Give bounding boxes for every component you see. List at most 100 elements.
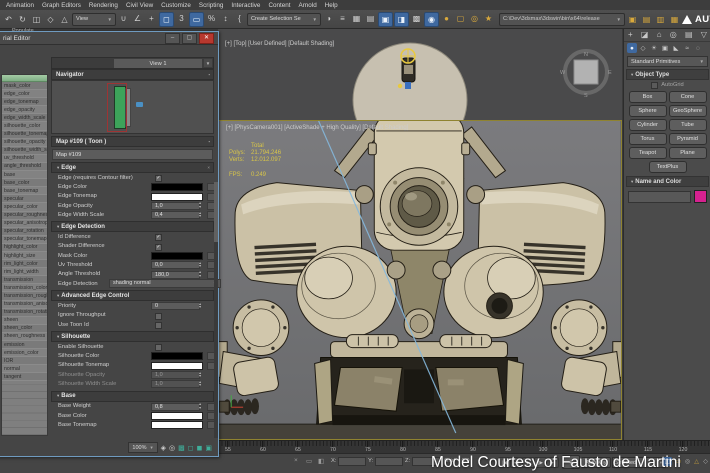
select-and-link-icon[interactable]: ◫ xyxy=(30,13,43,26)
edge-width-field[interactable]: 0,4 xyxy=(151,211,200,219)
render-last-icon[interactable]: ▦ xyxy=(668,13,681,26)
navigator-preview[interactable] xyxy=(51,80,214,134)
object-color-swatch[interactable] xyxy=(694,190,707,203)
parameter-list-item[interactable]: base xyxy=(2,171,47,179)
activeshade-icon[interactable]: ▥ xyxy=(654,13,667,26)
edge-opacity-field[interactable]: 1,0 xyxy=(151,202,200,210)
priority-field[interactable]: 0 xyxy=(151,302,200,310)
base-section-header[interactable]: ▾ Base xyxy=(51,391,214,402)
advanced-edge-section-header[interactable]: ▾ Advanced Edge Control xyxy=(51,290,214,301)
minimize-button[interactable]: – xyxy=(165,33,180,44)
viewcube[interactable]: N S W E xyxy=(558,46,614,100)
helpers-category-icon[interactable]: ◣ xyxy=(671,43,681,53)
parameter-list-item[interactable]: specular_color xyxy=(2,203,47,211)
parameter-list-item[interactable]: edge_width_scale xyxy=(2,114,47,122)
parameter-list-item[interactable]: base_tonemap xyxy=(2,187,47,195)
object-type-button[interactable]: Sphere xyxy=(629,105,667,117)
project-path-dropdown[interactable]: C:\Dev\3dsmax\3dswin\bin\x64\release▼ xyxy=(499,13,625,26)
spinner-icon[interactable]: ▲▼ xyxy=(197,403,203,411)
select-and-move-icon[interactable]: + xyxy=(145,12,158,25)
parameter-list-item[interactable]: normal xyxy=(2,365,47,373)
tab-overflow-icon[interactable]: ▼ xyxy=(204,59,212,67)
menu-item[interactable]: Graph Editors xyxy=(38,2,85,9)
parameter-list-item[interactable]: rim_light_width xyxy=(2,268,47,276)
navigator-panel-header[interactable]: Navigator ▪ xyxy=(51,69,214,80)
parameter-list-item[interactable]: edge_tonemap xyxy=(2,98,47,106)
id-difference-checkbox[interactable] xyxy=(155,234,162,241)
spacewarps-category-icon[interactable]: ≈ xyxy=(682,43,692,53)
parameter-list-item[interactable]: emission_color xyxy=(2,349,47,357)
silhouette-opacity-field[interactable]: 1,0 xyxy=(151,371,200,379)
selection-lock-icon[interactable]: × xyxy=(294,457,298,464)
motion-tab-icon[interactable]: ◎ xyxy=(670,30,677,39)
display-tab-icon[interactable]: ▤ xyxy=(685,30,693,39)
align-icon[interactable]: ≡ xyxy=(336,12,349,25)
spinner-snap-icon[interactable]: ↕ xyxy=(219,12,232,25)
silhouette-tonemap-swatch[interactable] xyxy=(151,362,203,370)
lights-category-icon[interactable]: ☀ xyxy=(649,43,659,53)
material-editor-titlebar[interactable]: rial Editor – ▢ ✕ xyxy=(0,32,218,45)
parameter-list-item[interactable]: specular_anisotropy xyxy=(2,220,47,228)
edge-tonemap-swatch[interactable] xyxy=(151,193,203,201)
percent-snap-icon[interactable]: % xyxy=(205,12,218,25)
menu-item[interactable]: Help xyxy=(321,2,342,9)
parameter-list-item[interactable]: specular_roughness xyxy=(2,212,47,220)
undo-icon[interactable]: ↶ xyxy=(2,13,15,26)
absolute-mode-icon[interactable]: ▭ xyxy=(306,457,312,465)
parameter-list-item[interactable]: tangent xyxy=(2,373,47,381)
spinner-icon[interactable]: ▲▼ xyxy=(197,371,203,379)
object-type-button[interactable]: Plane xyxy=(669,147,707,159)
menu-item[interactable]: Customize xyxy=(157,2,195,9)
view-tab[interactable]: View 1 xyxy=(114,59,202,68)
parameter-list-item[interactable]: specular_tonemap xyxy=(2,236,47,244)
material-editor-icon[interactable]: ◉ xyxy=(424,12,439,27)
parameter-list-item[interactable]: highlight_size xyxy=(2,252,47,260)
parameter-list-item[interactable]: base_color xyxy=(2,179,47,187)
zoom-level-dropdown[interactable]: 100% ▼ xyxy=(128,442,157,453)
silhouette-color-swatch[interactable] xyxy=(151,352,203,360)
render-iterative-icon[interactable]: ▤ xyxy=(640,13,653,26)
object-type-button[interactable]: Tube xyxy=(669,119,707,131)
parameter-list-item[interactable]: transmission_color xyxy=(2,284,47,292)
spinner-icon[interactable]: ▲▼ xyxy=(197,202,203,210)
base-weight-field[interactable]: 0,8 xyxy=(151,403,200,411)
viewport-camera-label[interactable]: [+] [PhysCamera001] [ActiveShade + High … xyxy=(226,125,408,131)
curve-editor-icon[interactable]: ◨ xyxy=(394,12,409,27)
utilities-tab-icon[interactable]: ▽ xyxy=(701,30,707,39)
close-button[interactable]: ✕ xyxy=(199,33,214,44)
menu-item[interactable]: Arnold xyxy=(295,2,321,9)
cameras-category-icon[interactable]: ▣ xyxy=(660,43,670,53)
parameter-list-item[interactable]: edge_opacity xyxy=(2,106,47,114)
parameter-list-item[interactable]: transmission_rough xyxy=(2,292,47,300)
zoom-region-icon[interactable]: ▩ xyxy=(178,444,185,452)
edge-detection-dropdown[interactable]: shading normal ▼ xyxy=(109,279,221,288)
pan-tool-icon[interactable]: ◈ xyxy=(161,444,166,452)
rendered-frame-icon[interactable]: ▢ xyxy=(454,12,467,25)
layer-explorer-icon[interactable]: ▤ xyxy=(364,12,377,25)
parameter-list-item[interactable]: sheen_roughness xyxy=(2,333,47,341)
menu-item[interactable]: Content xyxy=(264,2,294,9)
viewport-top[interactable]: [+] [Top] [User Defined] [Default Shadin… xyxy=(218,28,622,121)
parameter-list-item[interactable]: emission xyxy=(2,341,47,349)
parameter-list-item[interactable]: silhouette_color xyxy=(2,122,47,130)
zoom-tool-icon[interactable]: ◎ xyxy=(169,444,175,452)
parameter-list-item[interactable]: transmission xyxy=(2,276,47,284)
uv-threshold-field[interactable]: 0,0 xyxy=(151,261,200,269)
base-color-swatch[interactable] xyxy=(151,412,203,420)
viewport-camera[interactable]: [+] [PhysCamera001] [ActiveShade + High … xyxy=(218,120,622,440)
zoom-extents-icon[interactable]: ◇ xyxy=(701,457,710,466)
parameter-list-item[interactable]: mask_color xyxy=(2,82,47,90)
parameter-list-item[interactable]: transmission_anisot xyxy=(2,301,47,309)
spinner-icon[interactable]: ▲▼ xyxy=(197,261,203,269)
silhouette-width-field[interactable]: 1,0 xyxy=(151,380,200,388)
y-coordinate-field[interactable] xyxy=(375,457,403,466)
edge-color-swatch[interactable] xyxy=(151,183,203,191)
bind-to-space-warp-icon[interactable]: △ xyxy=(58,13,71,26)
redo-icon[interactable]: ↻ xyxy=(16,13,29,26)
base-tonemap-swatch[interactable] xyxy=(151,421,203,429)
angle-threshold-field[interactable]: 180,0 xyxy=(151,271,200,279)
mirror-icon[interactable]: ◑ xyxy=(322,12,335,25)
unlink-selection-icon[interactable]: ◇ xyxy=(44,13,57,26)
map-name-field[interactable]: Map #109 xyxy=(52,149,213,160)
map-rollup-header[interactable]: Map #109 ( Toon ) ▪ xyxy=(51,136,214,147)
